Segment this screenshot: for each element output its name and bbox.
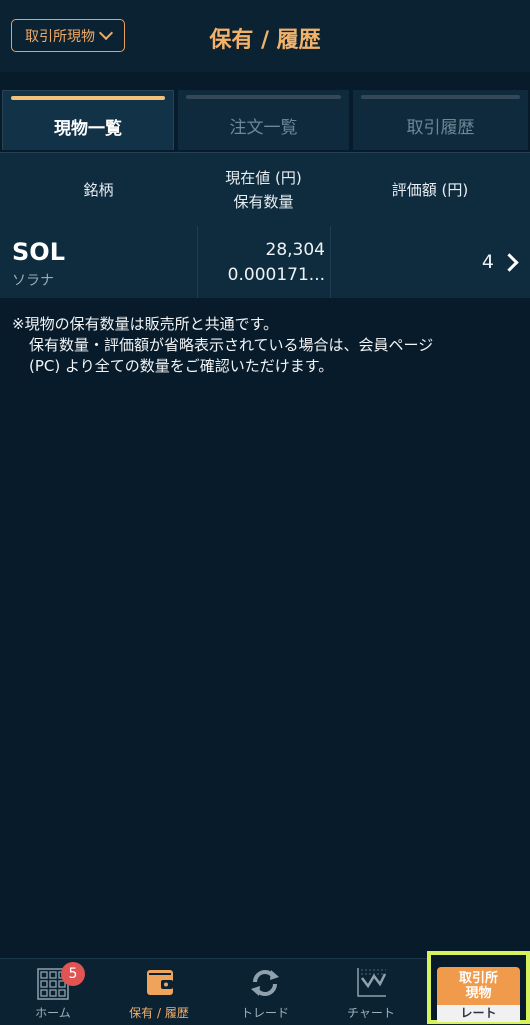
rate-line1: 取引所 [458,971,498,986]
tab-label: 注文一覧 [229,118,298,138]
current-price: 28,304 [265,240,325,260]
holding-quantity: 0.000171... [227,265,325,285]
rate-line2: 現物 [465,986,492,1001]
tab-indicator [361,95,520,99]
header-price-label: 現在値 (円) [225,168,302,187]
symbol-code: SOL [12,238,65,266]
header-price: 現在値 (円) 保有数量 [197,153,330,226]
header-value-label: 評価額 (円) [391,180,469,199]
nav-holdings[interactable]: 保有 / 履歴 [106,959,212,1025]
table-row[interactable]: SOL ソラナ 28,304 0.000171... 4 [0,226,530,298]
tab-bar: 現物一覧 注文一覧 取引履歴 [0,72,530,152]
tab-label: 取引履歴 [406,118,475,138]
rate-button[interactable]: 取引所 現物 レート [427,951,530,1024]
tab-indicator [11,96,165,100]
notice-line: 保有数量・評価額が省略表示されている場合は、会員ページ [29,336,434,354]
notification-badge: 5 [61,962,85,986]
header-value: 評価額 (円) [330,153,530,226]
header-symbol-label: 銘柄 [83,180,114,199]
symbol-name: ソラナ [12,273,54,289]
nav-trade[interactable]: トレード [212,959,318,1025]
header-symbol: 銘柄 [0,153,197,226]
tab-orders[interactable]: 注文一覧 [178,90,349,150]
tab-label: 現物一覧 [54,119,122,139]
wallet-icon [147,970,173,995]
notice-text: ※現物の保有数量は販売所と共通です。 保有数量・評価額が省略表示されている場合は… [12,314,522,377]
price-cell: 28,304 0.000171... [197,226,325,298]
nav-label: チャート [347,1006,395,1020]
refresh-icon [251,970,279,996]
column-divider [330,226,331,298]
symbol-cell: SOL ソラナ [0,226,197,298]
page-title: 保有 / 履歴 [209,28,321,53]
column-divider [197,226,198,298]
chevron-right-icon [500,253,519,272]
rate-line3: レート [437,1005,520,1022]
tab-indicator [186,95,341,99]
rate-button-body: 取引所 現物 レート [437,967,520,1022]
nav-chart[interactable]: チャート [318,959,424,1025]
valuation: 4 [481,251,494,273]
tab-history[interactable]: 取引履歴 [353,90,528,150]
nav-home[interactable]: 5 ホーム [0,959,106,1025]
notice-line: (PC) より全ての数量をご確認いただけます。 [29,357,334,375]
rate-button-title: 取引所 現物 [437,971,520,1001]
chart-icon [357,968,387,997]
nav-label: トレード [240,1006,289,1020]
value-cell: 4 [330,226,530,298]
table-header: 銘柄 現在値 (円) 保有数量 評価額 (円) [0,152,530,226]
nav-label: ホーム [35,1006,71,1020]
header-quantity-label: 保有数量 [233,192,294,211]
notice-line: ※現物の保有数量は販売所と共通です。 [12,315,279,333]
tab-holdings[interactable]: 現物一覧 [2,90,174,150]
app-header: 取引所現物 保有 / 履歴 [0,0,530,72]
nav-label: 保有 / 履歴 [129,1006,189,1020]
